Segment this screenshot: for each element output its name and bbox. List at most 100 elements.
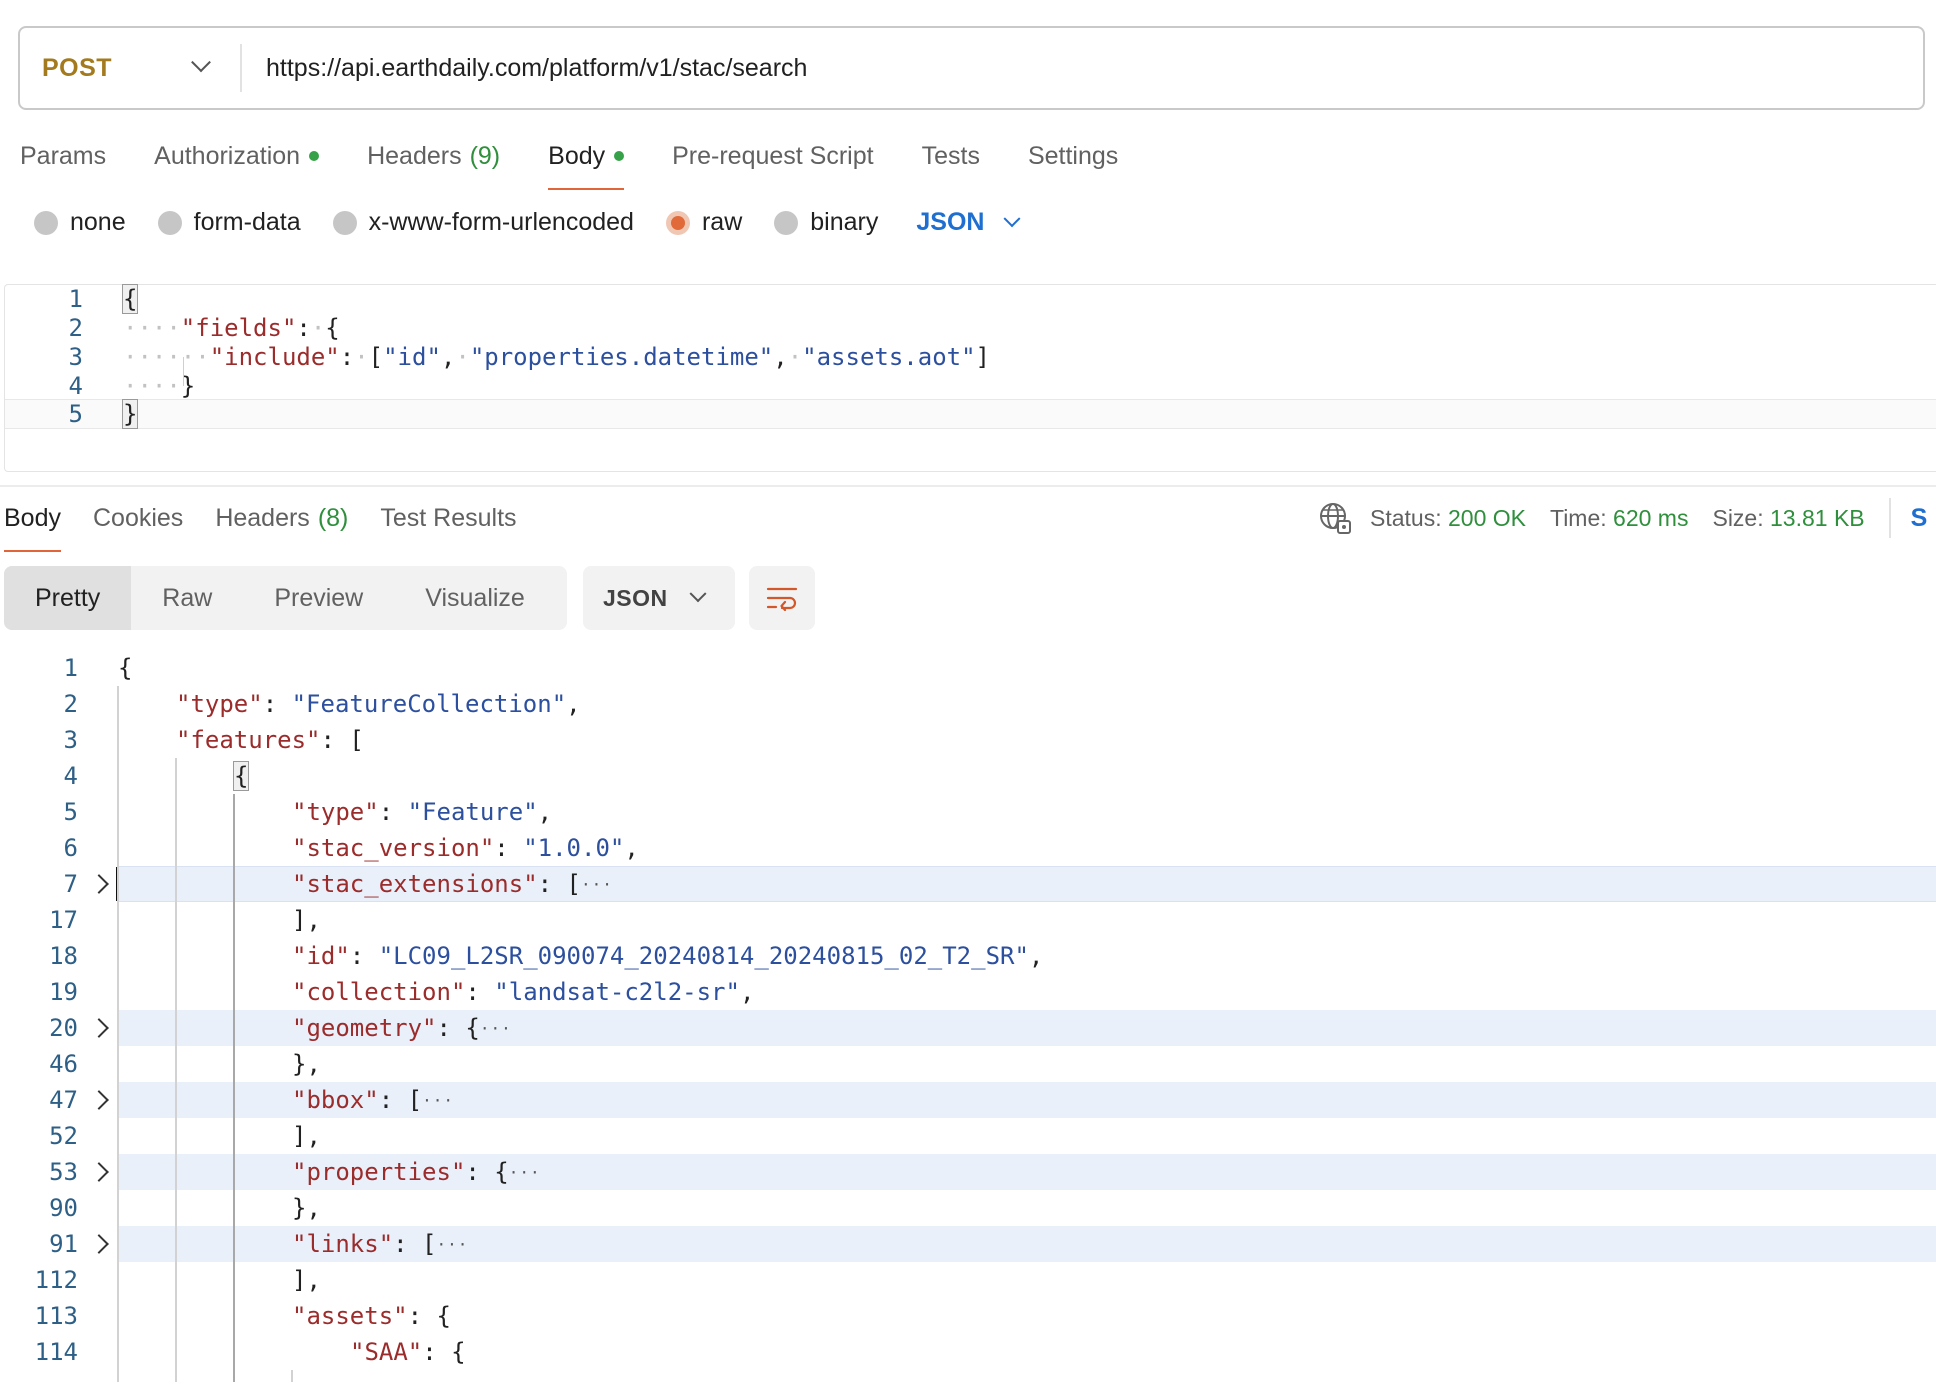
- code-token: "id": [292, 942, 350, 970]
- code-token: "LC09_L2SR_090074_20240814_20240815_02_T…: [378, 942, 1029, 970]
- view-mode-raw[interactable]: Raw: [131, 566, 243, 630]
- tab-tests[interactable]: Tests: [922, 136, 980, 176]
- view-mode-visualize[interactable]: Visualize: [394, 566, 556, 630]
- code-token: : {: [422, 1338, 466, 1366]
- body-type-raw[interactable]: raw: [665, 208, 742, 237]
- url-input[interactable]: https://api.earthdaily.com/platform/v1/s…: [242, 54, 807, 83]
- code-token: "collection": [292, 978, 466, 1006]
- code-text: {: [232, 758, 250, 794]
- panel-divider[interactable]: [0, 485, 1936, 487]
- radio-button[interactable]: [665, 210, 690, 235]
- body-type-x-www-form-urlencoded[interactable]: x-www-form-urlencoded: [332, 208, 634, 237]
- line-number: 46: [49, 1050, 78, 1078]
- response-format-label: JSON: [603, 584, 668, 611]
- code-line: 91 "links": [···: [0, 1226, 1936, 1262]
- tab-settings[interactable]: Settings: [1028, 136, 1118, 176]
- line-number: 3: [68, 343, 83, 371]
- code-token: "assets.aot": [802, 343, 976, 371]
- body-type-selector: none form-data x-www-form-urlencoded raw bin…: [34, 208, 1021, 237]
- code-text: "stac_extensions": [···: [292, 866, 613, 903]
- code-text: {: [121, 284, 139, 314]
- tab-label: Body: [4, 503, 61, 532]
- body-type-form-data[interactable]: form-data: [157, 208, 301, 237]
- response-tab-cookies[interactable]: Cookies: [93, 498, 183, 538]
- code-token: ···: [479, 1019, 512, 1038]
- method-select[interactable]: POST: [20, 28, 240, 108]
- response-tab-body[interactable]: Body: [4, 498, 61, 552]
- time-indicator[interactable]: Time: 620 ms: [1550, 505, 1688, 532]
- tab-label: Headers: [367, 141, 462, 170]
- code-token: : [: [378, 1086, 423, 1114]
- code-line: 2 ····"fields":·{: [5, 314, 1936, 343]
- code-token: : {: [465, 1158, 509, 1186]
- code-text: {: [118, 650, 132, 686]
- tab-params[interactable]: Params: [20, 136, 106, 176]
- view-mode-preview[interactable]: Preview: [243, 566, 394, 630]
- save-response-button[interactable]: S: [1911, 504, 1928, 533]
- tab-label: Test Results: [380, 503, 517, 532]
- word-wrap-button[interactable]: [749, 566, 815, 630]
- code-token: "features": [176, 726, 321, 754]
- radio-button[interactable]: [34, 210, 58, 235]
- line-number: 19: [49, 978, 78, 1006]
- code-token: ··: [180, 343, 210, 371]
- request-body-editor[interactable]: 1{2 ····"fields":·{3 ······"include":·["id…: [4, 284, 1936, 472]
- chevron-right-icon[interactable]: [89, 1090, 109, 1110]
- code-token: : [: [393, 1230, 437, 1258]
- size-indicator[interactable]: Size: 13.81 KB: [1712, 505, 1864, 532]
- line-number: 5: [68, 400, 83, 428]
- body-format-label: JSON: [916, 208, 985, 236]
- status-indicator[interactable]: Status: 200 OK: [1370, 505, 1526, 532]
- code-token: "type": [176, 690, 263, 718]
- radio-button[interactable]: [157, 210, 182, 235]
- code-line: 5}: [5, 399, 1936, 429]
- response-body-editor[interactable]: 1{2 "type": "FeatureCollection", 3 "feature…: [0, 650, 1936, 1382]
- code-token: : [: [320, 726, 364, 754]
- line-number: 112: [34, 1266, 78, 1294]
- code-token: },: [292, 1194, 321, 1222]
- code-text: },: [292, 1046, 321, 1082]
- tab-body[interactable]: Body: [548, 136, 625, 190]
- code-token: ···: [508, 1163, 541, 1182]
- line-number: 4: [63, 762, 78, 790]
- code-line: 4{: [0, 758, 1936, 794]
- code-token: :: [465, 978, 495, 1006]
- code-token: :: [349, 942, 379, 970]
- response-tab-test-results[interactable]: Test Results: [380, 498, 516, 538]
- code-token: {: [232, 761, 250, 791]
- code-line: 113 "assets": {: [0, 1298, 1936, 1334]
- code-line: 1{: [0, 650, 1936, 686]
- line-number: 1: [68, 285, 83, 313]
- chevron-right-icon[interactable]: [89, 1162, 109, 1182]
- chevron-down-icon: [1003, 209, 1021, 227]
- tab-pre-request-script[interactable]: Pre-request Script: [672, 136, 873, 176]
- code-token: "assets": [292, 1302, 408, 1330]
- response-format-select[interactable]: JSON: [583, 566, 735, 630]
- code-line: 112],: [0, 1262, 1936, 1298]
- indent-guide: [175, 758, 177, 1382]
- radio-button[interactable]: [774, 210, 799, 235]
- code-line: 46},: [0, 1046, 1936, 1082]
- code-text: ····"fields":·{: [123, 314, 340, 343]
- response-tab-headers[interactable]: Headers (8): [215, 498, 348, 538]
- view-mode-pretty[interactable]: Pretty: [4, 566, 132, 630]
- code-token: ,: [624, 834, 639, 862]
- chevron-right-icon[interactable]: [89, 1018, 109, 1038]
- globe-network-icon[interactable]: [1318, 501, 1352, 535]
- body-type-binary[interactable]: binary: [774, 208, 878, 237]
- radio-button[interactable]: [332, 210, 357, 235]
- body-type-none[interactable]: none: [34, 208, 126, 237]
- code-token: "fields": [180, 314, 297, 342]
- tab-label: Body: [548, 141, 606, 170]
- chevron-right-icon[interactable]: [89, 1234, 109, 1254]
- tab-headers[interactable]: Headers (9): [367, 136, 500, 176]
- line-number: 5: [63, 798, 78, 826]
- chevron-right-icon[interactable]: [89, 874, 109, 894]
- line-number: 4: [68, 372, 83, 400]
- tab-authorization[interactable]: Authorization: [154, 136, 320, 176]
- time-value: 620 ms: [1613, 504, 1689, 531]
- code-token: ···: [581, 875, 613, 894]
- line-number: 18: [49, 942, 78, 970]
- code-line: 20 "geometry": {···: [0, 1010, 1936, 1046]
- body-format-select[interactable]: JSON: [916, 208, 1021, 237]
